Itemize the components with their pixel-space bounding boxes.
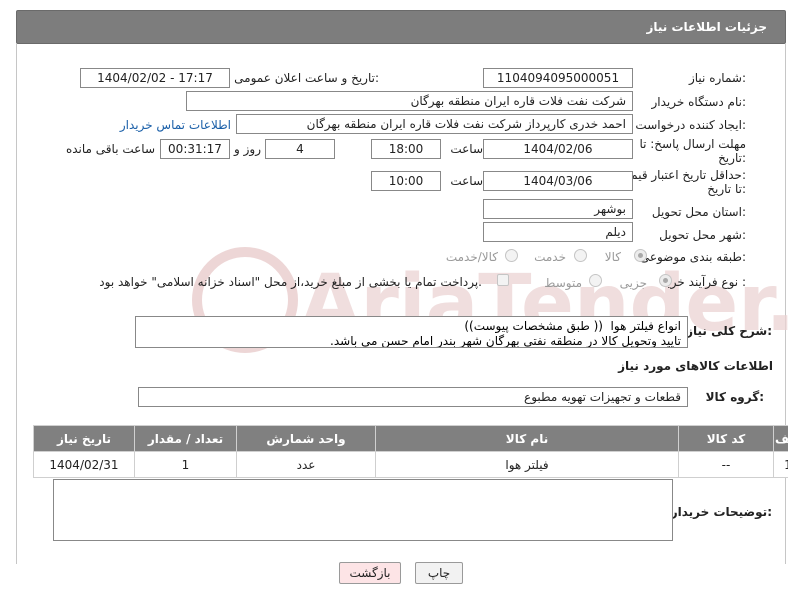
remaining-time-field[interactable]: 00:31:17 <box>160 139 230 159</box>
city-field[interactable]: دیلم <box>483 222 633 242</box>
buyer-org-field[interactable]: شرکت نفت فلات قاره ایران منطقه بهرگان <box>186 91 633 111</box>
need-number-label: شماره نیاز: <box>688 71 746 85</box>
validity-label-2: تا تاریخ: <box>707 182 746 196</box>
category-radio-service[interactable] <box>574 249 587 262</box>
buyer-notes-label: توضیحات خریدار: <box>670 505 772 519</box>
description-label: شرح کلی نیاز: <box>686 324 772 338</box>
back-button[interactable]: بازگشت <box>339 562 401 584</box>
process-radio-medium[interactable] <box>589 274 602 287</box>
header-need-date: تاریخ نیاز <box>33 425 135 452</box>
buyer-notes-textarea[interactable] <box>53 479 673 541</box>
table-header-row: تاریخ نیاز تعداد / مقدار واحد شمارش نام … <box>33 425 788 452</box>
contact-buyer-link[interactable]: اطلاعات تماس خریدار <box>120 118 231 132</box>
province-field[interactable]: بوشهر <box>483 199 633 219</box>
header-unit: واحد شمارش <box>236 425 376 452</box>
announce-label: تاریخ و ساعت اعلان عمومی: <box>234 71 379 85</box>
treasury-checkbox[interactable] <box>497 274 509 286</box>
category-goods-service-label: کالا/خدمت <box>445 250 498 264</box>
category-label: طبقه بندی موضوعی: <box>639 250 746 264</box>
buyer-org-label: نام دستگاه خریدار: <box>651 95 747 109</box>
category-goods-label: کالا <box>604 250 621 264</box>
cell-unit: عدد <box>236 451 376 478</box>
process-label: نوع فرآیند خرید : <box>661 275 746 289</box>
category-radio-goods-service[interactable] <box>505 249 518 262</box>
requester-field[interactable]: احمد خدری کارپرداز شرکت نفت فلات قاره ای… <box>236 114 633 134</box>
remaining-label: ساعت باقی مانده <box>65 142 155 156</box>
requester-label: ایجاد کننده درخواست: <box>635 118 746 132</box>
days-field[interactable]: 4 <box>265 139 335 159</box>
cell-quantity: 1 <box>134 451 237 478</box>
category-radio-goods[interactable] <box>634 249 647 262</box>
deadline-time-field[interactable]: 18:00 <box>371 139 441 159</box>
validity-time-field[interactable]: 10:00 <box>371 171 441 191</box>
panel-header: جزئیات اطلاعات نیاز <box>16 10 786 44</box>
validity-label: حداقل تاریخ اعتبار قیمت: <box>619 168 746 182</box>
validity-time-label: ساعت <box>450 174 483 188</box>
deadline-time-label: ساعت <box>450 142 483 156</box>
process-radio-minor[interactable] <box>659 274 672 287</box>
deadline-label-2: تاریخ: <box>718 151 746 165</box>
province-label: استان محل تحویل: <box>651 205 746 219</box>
print-button[interactable]: چاپ <box>415 562 463 584</box>
category-service-label: خدمت <box>534 250 566 264</box>
table-row[interactable]: 1404/02/31 1 عدد فیلتر هوا -- 1 <box>33 451 788 478</box>
page-title: جزئیات اطلاعات نیاز <box>646 20 767 34</box>
goods-group-label: گروه کالا: <box>705 390 764 404</box>
deadline-date-field[interactable]: 1404/02/06 <box>483 139 633 159</box>
goods-section-title: اطلاعات کالاهای مورد نیاز <box>618 359 773 373</box>
header-item-code: کد کالا <box>678 425 774 452</box>
cell-row-number: 1 <box>773 451 788 478</box>
cell-item-name: فیلتر هوا <box>375 451 679 478</box>
header-item-name: نام کالا <box>375 425 679 452</box>
validity-date-field[interactable]: 1404/03/06 <box>483 171 633 191</box>
header-quantity: تعداد / مقدار <box>134 425 237 452</box>
process-minor-label: جزیی <box>619 276 647 290</box>
process-medium-label: متوسط <box>544 276 582 290</box>
city-label: شهر محل تحویل: <box>659 228 746 242</box>
description-textarea[interactable]: انواع فیلتر هوا (( طبق مشخصات پیوست)) تا… <box>135 316 688 348</box>
announce-field[interactable]: 1404/02/02 - 17:17 <box>80 68 230 88</box>
cell-item-code: -- <box>678 451 774 478</box>
treasury-note: پرداخت تمام یا بخشی از مبلغ خرید،از محل … <box>99 275 482 289</box>
days-label: روز و <box>234 142 261 156</box>
cell-need-date: 1404/02/31 <box>33 451 135 478</box>
deadline-label: مهلت ارسال پاسخ: تا <box>639 137 746 151</box>
need-number-field[interactable]: 1104094095000051 <box>483 68 633 88</box>
header-row-number: ردیف <box>773 425 788 452</box>
goods-group-field[interactable]: قطعات و تجهیزات تهویه مطبوع <box>138 387 688 407</box>
items-table: تاریخ نیاز تعداد / مقدار واحد شمارش نام … <box>33 425 788 478</box>
